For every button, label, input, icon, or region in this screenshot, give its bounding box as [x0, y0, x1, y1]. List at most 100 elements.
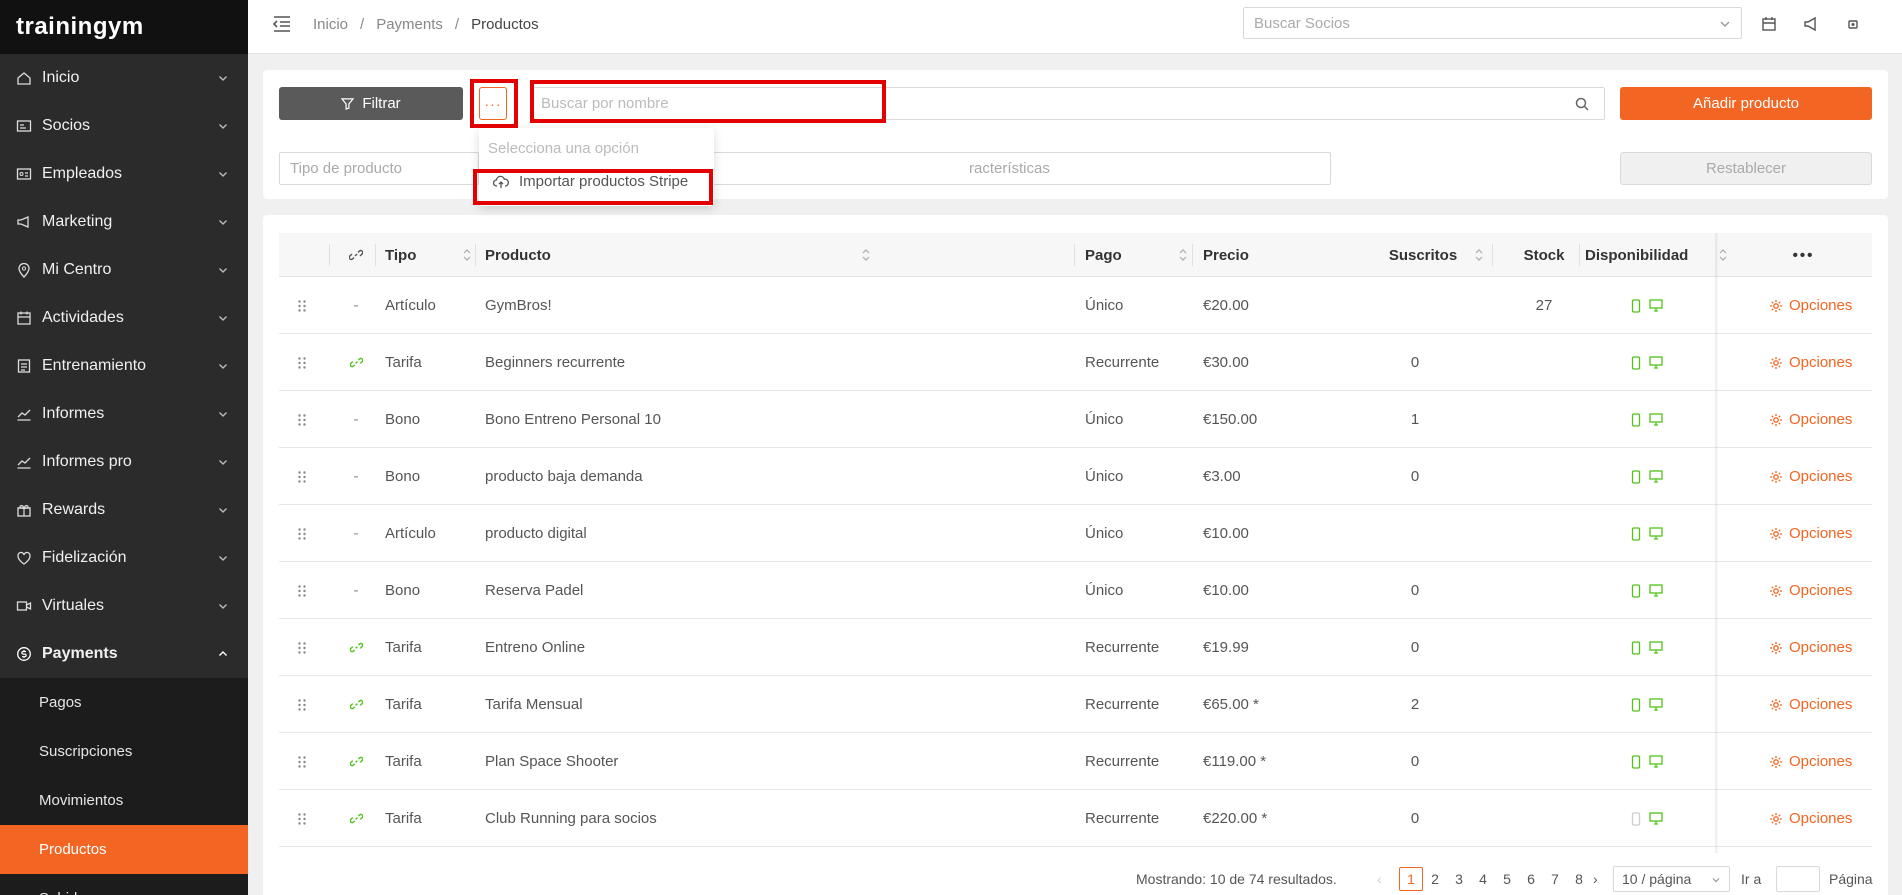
characteristics-select[interactable]: racterísticas: [706, 152, 1331, 185]
sidebar-item-inicio[interactable]: Inicio: [0, 54, 248, 102]
sidebar-item-actividades[interactable]: Actividades: [0, 294, 248, 342]
page-5[interactable]: 5: [1495, 867, 1519, 891]
cell-suscritos: 0: [1410, 639, 1420, 656]
table-row[interactable]: Tarifa Tarifa Mensual Recurrente €65.00 * 2 O…: [279, 676, 1872, 733]
subnav-item-movimientos[interactable]: Movimientos: [0, 776, 248, 825]
desktop-icon: [1649, 698, 1663, 711]
page-7[interactable]: 7: [1543, 867, 1567, 891]
search-by-name-input[interactable]: Buscar por nombre: [530, 87, 1605, 120]
options-button[interactable]: Opciones: [1769, 277, 1852, 334]
table-row[interactable]: - Bono producto baja demanda Único €3.00 0 Opc…: [279, 448, 1872, 505]
page-size-select[interactable]: 10 / página: [1613, 866, 1730, 892]
cell-pago: Recurrente: [1085, 810, 1160, 827]
cell-producto: Reserva Padel: [485, 582, 584, 599]
sidebar-item-mi-centro[interactable]: Mi Centro: [0, 246, 248, 294]
col-producto[interactable]: Producto: [485, 233, 878, 277]
options-button[interactable]: Opciones: [1769, 334, 1852, 391]
breadcrumb-inicio[interactable]: Inicio: [313, 16, 348, 33]
import-stripe-products-item[interactable]: Importar productos Stripe: [493, 173, 688, 190]
reset-button[interactable]: Restablecer: [1620, 152, 1872, 185]
options-button[interactable]: Opciones: [1769, 790, 1852, 847]
options-button[interactable]: Opciones: [1769, 562, 1852, 619]
next-page-button[interactable]: ›: [1593, 867, 1598, 891]
sidebar-item-informes-pro[interactable]: Informes pro: [0, 438, 248, 486]
drag-handle-icon[interactable]: [297, 277, 307, 334]
cell-tipo: Tarifa: [385, 354, 422, 371]
table-row[interactable]: Tarifa Beginners recurrente Recurrente €30.…: [279, 334, 1872, 391]
options-button[interactable]: Opciones: [1769, 676, 1852, 733]
page-6[interactable]: 6: [1519, 867, 1543, 891]
drag-handle-icon[interactable]: [297, 790, 307, 847]
drag-handle-icon[interactable]: [297, 676, 307, 733]
breadcrumb-payments[interactable]: Payments: [376, 16, 443, 33]
drag-handle-icon[interactable]: [297, 334, 307, 391]
page-1[interactable]: 1: [1399, 867, 1423, 891]
payments-subnav: PagosSuscripcionesMovimientosProductosSu…: [0, 678, 248, 895]
options-button[interactable]: Opciones: [1769, 619, 1852, 676]
page-2[interactable]: 2: [1423, 867, 1447, 891]
megaphone-icon[interactable]: [1802, 15, 1820, 33]
drag-handle-icon[interactable]: [297, 505, 307, 562]
search-icon[interactable]: [1574, 96, 1590, 112]
logo[interactable]: trainingym: [0, 0, 248, 54]
col-pago[interactable]: Pago: [1085, 233, 1195, 277]
table-row[interactable]: - Bono Reserva Padel Único €10.00 0 Opciones: [279, 562, 1872, 619]
member-search-select[interactable]: Buscar Socios: [1243, 7, 1742, 39]
sidebar-item-fidelización[interactable]: Fidelización: [0, 534, 248, 582]
cell-pago: Recurrente: [1085, 354, 1160, 371]
more-options-button[interactable]: ···: [479, 87, 507, 120]
page-4[interactable]: 4: [1471, 867, 1495, 891]
page-3[interactable]: 3: [1447, 867, 1471, 891]
calendar-icon[interactable]: [1760, 15, 1778, 33]
options-button[interactable]: Opciones: [1769, 448, 1852, 505]
add-product-button[interactable]: Añadir producto: [1620, 87, 1872, 120]
clipboard-icon: [17, 359, 31, 373]
sidebar-item-rewards[interactable]: Rewards: [0, 486, 248, 534]
product-type-select[interactable]: Tipo de producto: [279, 152, 479, 185]
goto-page-input[interactable]: [1776, 866, 1820, 892]
col-suscritos[interactable]: Suscritos: [1367, 233, 1483, 277]
drag-handle-icon[interactable]: [297, 733, 307, 790]
drag-handle-icon[interactable]: [297, 448, 307, 505]
sidebar-item-virtuales[interactable]: Virtuales: [0, 582, 248, 630]
prev-page-button[interactable]: ‹: [1377, 867, 1382, 891]
subnav-item-productos[interactable]: Productos: [0, 825, 248, 874]
options-button[interactable]: Opciones: [1769, 733, 1852, 790]
cell-producto: Plan Space Shooter: [485, 753, 619, 770]
sidebar-item-informes[interactable]: Informes: [0, 390, 248, 438]
cell-precio: €19.99: [1203, 639, 1249, 656]
cell-pago: Único: [1085, 468, 1124, 485]
subnav-item-pagos[interactable]: Pagos: [0, 678, 248, 727]
table-row[interactable]: - Bono Bono Entreno Personal 10 Único €150.0…: [279, 391, 1872, 448]
sidebar-item-payments[interactable]: Payments: [0, 630, 248, 678]
page-8[interactable]: 8: [1567, 867, 1591, 891]
options-button[interactable]: Opciones: [1769, 505, 1852, 562]
breadcrumb-sep: /: [360, 16, 365, 33]
sidebar-item-empleados[interactable]: Empleados: [0, 150, 248, 198]
sidebar-item-marketing[interactable]: Marketing: [0, 198, 248, 246]
col-disponibilidad[interactable]: Disponibilidad: [1585, 233, 1727, 277]
table-row[interactable]: - Artículo GymBros! Único €20.00 27 Opciones: [279, 277, 1872, 334]
sidebar-item-socios[interactable]: Socios: [0, 102, 248, 150]
id-card-icon: [16, 120, 32, 132]
cell-suscritos: 0: [1410, 468, 1420, 485]
table-row[interactable]: Tarifa Entreno Online Recurrente €19.99 0 Opc…: [279, 619, 1872, 676]
options-button[interactable]: Opciones: [1769, 391, 1852, 448]
filter-button[interactable]: Filtrar: [279, 87, 463, 120]
drag-handle-icon[interactable]: [297, 391, 307, 448]
drag-handle-icon[interactable]: [297, 619, 307, 676]
drag-handle-icon[interactable]: [297, 562, 307, 619]
table-row[interactable]: - Artículo producto digital Único €10.00 Opci…: [279, 505, 1872, 562]
column-settings-button[interactable]: •••: [1735, 233, 1872, 277]
table-row[interactable]: Tarifa Club Running para socios Recurrente…: [279, 790, 1872, 847]
cloud-upload-icon: [493, 175, 509, 188]
user-avatar-icon[interactable]: [1844, 15, 1862, 33]
sidebar-item-entrenamiento[interactable]: Entrenamiento: [0, 342, 248, 390]
menu-fold-icon[interactable]: [272, 14, 292, 34]
table-row[interactable]: Tarifa Plan Space Shooter Recurrente €119.0…: [279, 733, 1872, 790]
subnav-item-subidas[interactable]: Subidas: [0, 874, 248, 895]
cell-suscritos: 1: [1410, 411, 1420, 428]
col-tipo[interactable]: Tipo: [385, 233, 479, 277]
options-label: Opciones: [1789, 696, 1853, 713]
subnav-item-suscripciones[interactable]: Suscripciones: [0, 727, 248, 776]
